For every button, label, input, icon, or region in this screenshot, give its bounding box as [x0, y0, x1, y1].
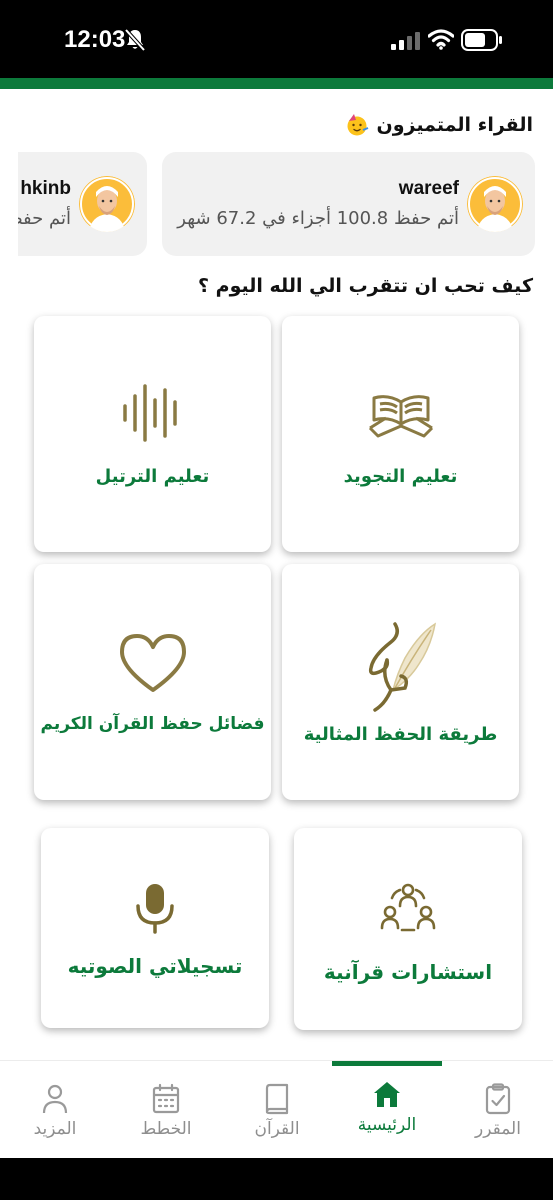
virtues-label: فضائل حفظ القرآن الكريم: [40, 714, 265, 734]
consultations-label: استشارات قرآنية: [323, 960, 493, 984]
tajweed-label: تعليم التجويد: [343, 466, 458, 487]
party-face-icon: [347, 114, 368, 136]
recordings-label: تسجيلاتي الصوتيه: [67, 954, 243, 978]
top-readers-heading: القراء المتميزون: [345, 113, 533, 137]
ideal-memorization-tile[interactable]: طريقة الحفظ المثالية: [282, 564, 519, 800]
nav-item-home[interactable]: الرئيسية: [332, 1061, 442, 1158]
group-consult-icon: [380, 883, 436, 932]
virtues-tile[interactable]: فضائل حفظ القرآن الكريم: [34, 564, 271, 800]
calendar-icon: [152, 1083, 180, 1114]
microphone-icon: [136, 884, 174, 934]
quill-pen-icon: [368, 622, 436, 712]
top-readers-title: القراء المتميزون: [376, 114, 533, 136]
how-to-approach-title: كيف تحب ان تتقرب الي الله اليوم ؟: [198, 275, 533, 297]
recordings-tile[interactable]: تسجيلاتي الصوتيه: [41, 828, 269, 1028]
active-tab-indicator: [332, 1061, 442, 1066]
nav-label: الخطط: [140, 1119, 192, 1139]
nav-item-plans[interactable]: الخطط: [111, 1061, 221, 1158]
heart-icon: [119, 634, 186, 692]
reader-stat: أتم حفظ 100.8 أجزاء في 67.2 شهر: [177, 208, 459, 229]
nav-item-more[interactable]: المزيد: [0, 1061, 110, 1158]
battery-icon: [461, 29, 502, 51]
nav-label: القرآن: [254, 1119, 300, 1139]
sound-wave-icon: [122, 384, 177, 442]
tarteel-tile[interactable]: تعليم الترتيل: [34, 316, 271, 552]
nav-item-quran[interactable]: القرآن: [222, 1061, 332, 1158]
reader-name: hkinb: [20, 178, 71, 199]
quran-book-icon: [368, 395, 433, 438]
user-icon: [42, 1084, 68, 1114]
nav-label: المزيد: [33, 1119, 77, 1139]
nav-item-curriculum[interactable]: المقرر: [443, 1061, 553, 1158]
ideal-memorization-label: طريقة الحفظ المثالية: [303, 724, 498, 745]
status-time: 12:03: [64, 26, 126, 53]
book-icon: [265, 1083, 289, 1115]
avatar: [467, 176, 523, 232]
header-accent-bar: [0, 78, 553, 89]
reader-card[interactable]: hkinb أتم حفظ: [18, 152, 147, 256]
reader-name: wareef: [398, 178, 459, 199]
bottom-nav: المقرر الرئيسية القرآن الخطط المزيد: [0, 1060, 553, 1158]
wifi-icon: [428, 29, 454, 50]
avatar: [79, 176, 135, 232]
cellular-signal-icon: [391, 32, 420, 50]
tajweed-tile[interactable]: تعليم التجويد: [282, 316, 519, 552]
reader-avatar-icon: [79, 176, 135, 232]
reader-avatar-icon: [467, 176, 523, 232]
tarteel-label: تعليم الترتيل: [95, 466, 210, 487]
reader-stat: أتم حفظ: [18, 208, 71, 229]
nav-label: المقرر: [475, 1119, 521, 1139]
home-indicator-area: [0, 1158, 553, 1200]
reader-card[interactable]: wareef أتم حفظ 100.8 أجزاء في 67.2 شهر: [162, 152, 535, 256]
nav-label: الرئيسية: [357, 1115, 417, 1135]
app-screen: القراء المتميزون wareef أتم حفظ 100.8 أج…: [0, 78, 553, 1158]
clipboard-check-icon: [485, 1083, 511, 1115]
consultations-tile[interactable]: استشارات قرآنية: [294, 828, 522, 1030]
status-bar: 12:03: [0, 0, 553, 78]
home-icon: [374, 1082, 400, 1107]
bell-slash-icon: [124, 28, 146, 52]
